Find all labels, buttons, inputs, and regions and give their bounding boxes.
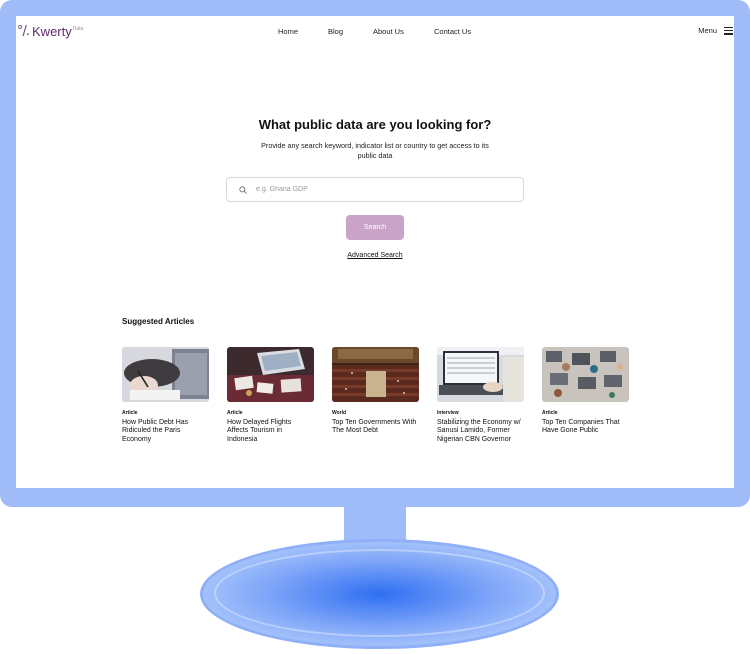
article-thumbnail — [437, 347, 524, 402]
nav-about-us[interactable]: About Us — [373, 27, 404, 36]
article-title[interactable]: How Delayed Flights Affects Tourism in I… — [227, 419, 314, 444]
article-thumbnail — [542, 347, 629, 402]
article-category: Article — [542, 410, 558, 416]
article-card[interactable]: Article Top Ten Companies That Have Gone… — [542, 347, 629, 436]
article-card[interactable]: Article How Delayed Flights Affects Tour… — [227, 347, 314, 444]
article-category: Article — [122, 410, 138, 416]
article-thumbnail — [122, 347, 209, 402]
article-category: Article — [227, 410, 243, 416]
nav-contact-us[interactable]: Contact Us — [434, 27, 471, 36]
search-box[interactable] — [226, 177, 524, 202]
hamburger-icon — [724, 26, 733, 35]
article-card[interactable]: Interview Stabilizing the Economy w/ San… — [437, 347, 524, 444]
article-category: World — [332, 410, 347, 416]
article-thumbnail — [332, 347, 419, 402]
monitor-base-highlight — [214, 549, 545, 637]
page-subtitle: Provide any search keyword, indicator li… — [261, 141, 489, 160]
article-card[interactable]: World Top Ten Governments With The Most … — [332, 347, 419, 436]
article-title[interactable]: Stabilizing the Economy w/ Sanusi Lamido… — [437, 419, 524, 444]
search-input[interactable] — [256, 186, 506, 193]
nav-home[interactable]: Home — [278, 27, 298, 36]
article-category: Interview — [437, 410, 459, 416]
page-title: What public data are you looking for? — [258, 117, 492, 132]
article-title[interactable]: How Public Debt Has Ridiculed the Paris … — [122, 419, 209, 444]
search-icon — [239, 185, 247, 194]
article-title[interactable]: Top Ten Governments With The Most Debt — [332, 419, 419, 436]
search-button[interactable]: Search — [346, 215, 404, 240]
screen: °/. Kwerty Data Home Blog About Us Conta… — [16, 16, 734, 488]
suggested-articles-heading: Suggested Articles — [122, 317, 195, 326]
menu-label: Menu — [698, 26, 717, 35]
nav-blog[interactable]: Blog — [328, 27, 343, 36]
advanced-search-link-wrap: Advanced Search — [16, 252, 734, 259]
top-nav: Home Blog About Us Contact Us — [16, 27, 734, 39]
article-card[interactable]: Article How Public Debt Has Ridiculed th… — [122, 347, 209, 444]
article-thumbnail — [227, 347, 314, 402]
menu-button[interactable]: Menu — [698, 26, 733, 35]
advanced-search-link[interactable]: Advanced Search — [347, 252, 402, 259]
article-title[interactable]: Top Ten Companies That Have Gone Public — [542, 419, 629, 436]
